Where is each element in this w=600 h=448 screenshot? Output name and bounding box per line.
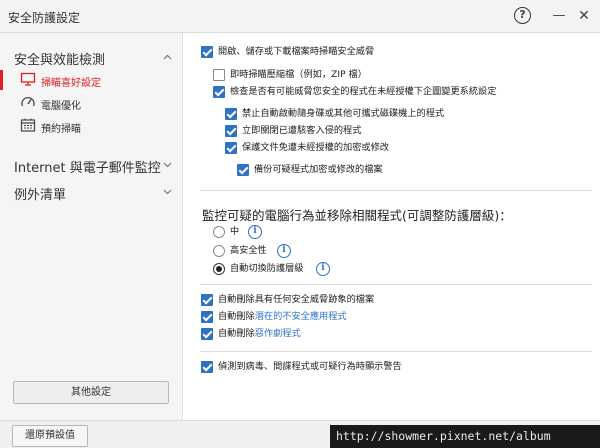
checkbox-checked[interactable] bbox=[225, 108, 237, 120]
title-bar: 安全防護設定 ? — ✕ bbox=[0, 0, 600, 33]
sidebar-section-security-performance[interactable]: 安全與效能檢測 bbox=[14, 49, 105, 68]
checkbox-checked[interactable] bbox=[201, 46, 213, 58]
close-icon[interactable]: ✕ bbox=[574, 6, 594, 26]
sidebar-item-label: 掃瞄喜好設定 bbox=[41, 78, 101, 89]
info-icon[interactable]: i bbox=[316, 262, 330, 276]
gauge-icon bbox=[20, 95, 36, 109]
prank-programs-link[interactable]: 惡作劇程式 bbox=[255, 328, 301, 339]
chevron-up-icon[interactable] bbox=[163, 53, 172, 63]
monitor-icon bbox=[20, 72, 36, 86]
sidebar-item-pc-optimization[interactable]: 電腦優化 bbox=[16, 93, 166, 113]
checkbox-checked[interactable] bbox=[225, 125, 237, 137]
option-label-prefix: 自動刪除 bbox=[218, 311, 255, 322]
active-indicator bbox=[0, 70, 3, 90]
sidebar-item-scan-preferences[interactable]: 掃瞄喜好設定 bbox=[0, 70, 166, 90]
sidebar: 安全與效能檢測 掃瞄喜好設定 電腦優化 預約掃瞄 Internet 與電子郵件監… bbox=[0, 33, 183, 420]
sidebar-item-label: 電腦優化 bbox=[41, 101, 81, 112]
divider bbox=[200, 351, 592, 352]
chevron-down-icon[interactable] bbox=[163, 188, 172, 198]
restore-defaults-button[interactable]: 還原預設值 bbox=[12, 425, 88, 447]
unsafe-apps-link[interactable]: 潛在的不安全應用程式 bbox=[255, 311, 347, 322]
minimize-icon[interactable]: — bbox=[549, 6, 569, 26]
checkbox-checked[interactable] bbox=[201, 311, 213, 323]
checkbox-checked[interactable] bbox=[213, 86, 225, 98]
settings-panel: 開啟、儲存或下載檔案時掃瞄安全威脅 即時掃瞄壓縮檔（例如，ZIP 檔） 檢查是否… bbox=[184, 33, 600, 420]
chevron-down-icon[interactable] bbox=[163, 161, 172, 171]
sidebar-item-scheduled-scan[interactable]: 預約掃瞄 bbox=[16, 116, 166, 136]
checkbox-checked[interactable] bbox=[237, 164, 249, 176]
sidebar-item-label: 預約掃瞄 bbox=[41, 124, 81, 135]
checkbox-checked[interactable] bbox=[225, 142, 237, 154]
divider bbox=[200, 190, 592, 191]
radio-button[interactable] bbox=[213, 226, 225, 238]
info-icon[interactable]: i bbox=[277, 244, 291, 258]
info-icon[interactable]: i bbox=[248, 225, 262, 239]
monitor-section-title: 監控可疑的電腦行為並移除相關程式(可調整防護層級)： bbox=[202, 208, 512, 223]
checkbox-checked[interactable] bbox=[201, 294, 213, 306]
sidebar-section-exclusions[interactable]: 例外清單 bbox=[14, 184, 66, 203]
checkbox-checked[interactable] bbox=[201, 361, 213, 373]
window-title: 安全防護設定 bbox=[8, 11, 81, 25]
divider bbox=[200, 284, 592, 285]
checkbox-checked[interactable] bbox=[201, 328, 213, 340]
calendar-icon bbox=[20, 118, 36, 132]
radio-button[interactable] bbox=[213, 245, 225, 257]
option-label-prefix: 自動刪除 bbox=[218, 328, 255, 339]
checkbox-unchecked[interactable] bbox=[213, 69, 225, 81]
other-settings-button[interactable]: 其他設定 bbox=[13, 381, 169, 404]
watermark-url: http://showmer.pixnet.net/album bbox=[330, 425, 600, 448]
radio-button-selected[interactable] bbox=[213, 263, 225, 275]
help-icon[interactable]: ? bbox=[514, 7, 531, 24]
sidebar-section-internet-email[interactable]: Internet 與電子郵件監控 bbox=[14, 157, 161, 176]
